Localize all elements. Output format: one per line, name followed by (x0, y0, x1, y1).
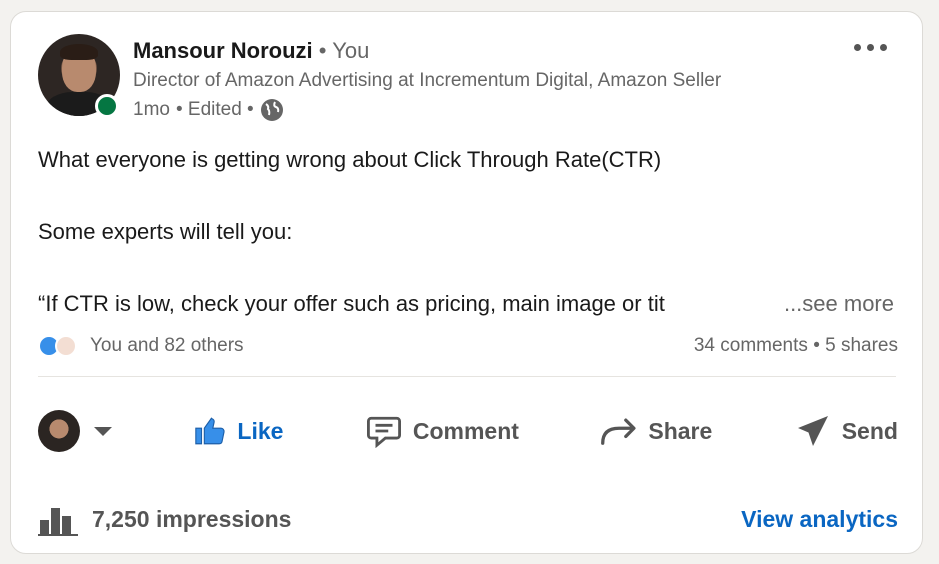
social-counts: You and 82 others 34 comments • 5 shares (38, 332, 898, 360)
comments-count[interactable]: 34 comments (694, 335, 808, 356)
share-arrow-icon (601, 418, 636, 445)
like-label: Like (237, 417, 284, 444)
share-button[interactable]: Share (600, 416, 712, 446)
divider (38, 376, 896, 377)
comment-icon (366, 416, 401, 448)
avatar (38, 410, 80, 452)
send-label: Send (841, 417, 898, 444)
chevron-down-icon (94, 426, 112, 436)
reactions-count: You and 82 others (90, 335, 244, 356)
author-headline: Director of Amazon Advertising at Increm… (133, 70, 722, 91)
see-more-link[interactable]: ...see more (784, 286, 894, 322)
like-button[interactable]: Like (193, 414, 283, 448)
love-reaction-icon (55, 335, 77, 357)
impressions[interactable]: 7,250 impressions (38, 502, 291, 536)
impressions-count: 7,250 impressions (92, 505, 292, 532)
comment-button[interactable]: Comment (365, 414, 519, 448)
author-name[interactable]: Mansour Norouzi (133, 38, 313, 63)
share-label: Share (648, 417, 713, 444)
react-as-selector[interactable] (38, 410, 112, 452)
thumbs-up-icon (195, 417, 226, 445)
send-button[interactable]: Send (794, 413, 898, 449)
engagement-counts: 34 comments • 5 shares (694, 335, 898, 357)
action-bar: Like Comment Share Send (38, 404, 898, 458)
comment-label: Comment (412, 417, 519, 444)
view-analytics-link[interactable]: View analytics (741, 506, 898, 533)
post-line: “If CTR is low, check your offer such as… (38, 291, 665, 316)
send-icon (797, 416, 828, 446)
reactions-summary[interactable]: You and 82 others (38, 333, 244, 359)
globe-icon (260, 99, 283, 121)
post-edited: • Edited • (175, 99, 254, 120)
post-meta: 1mo • Edited • (133, 98, 284, 122)
post-body: What everyone is getting wrong about Cli… (38, 142, 898, 322)
post-age: 1mo (133, 99, 170, 120)
author-name-line: Mansour Norouzi • You (133, 38, 369, 64)
post-line: What everyone is getting wrong about Cli… (38, 147, 662, 172)
more-options-icon[interactable] (854, 40, 894, 54)
reaction-icons (38, 333, 82, 359)
post-card: Mansour Norouzi • You Director of Amazon… (10, 11, 923, 554)
analytics-footer: 7,250 impressions View analytics (38, 500, 898, 538)
author-relation: • You (318, 38, 370, 63)
bar-chart-icon (38, 508, 78, 536)
shares-count[interactable]: 5 shares (825, 335, 898, 356)
post-line: Some experts will tell you: (38, 219, 293, 244)
avatar-hair (60, 44, 98, 60)
online-status-dot (95, 94, 119, 118)
count-separator: • (813, 335, 820, 356)
